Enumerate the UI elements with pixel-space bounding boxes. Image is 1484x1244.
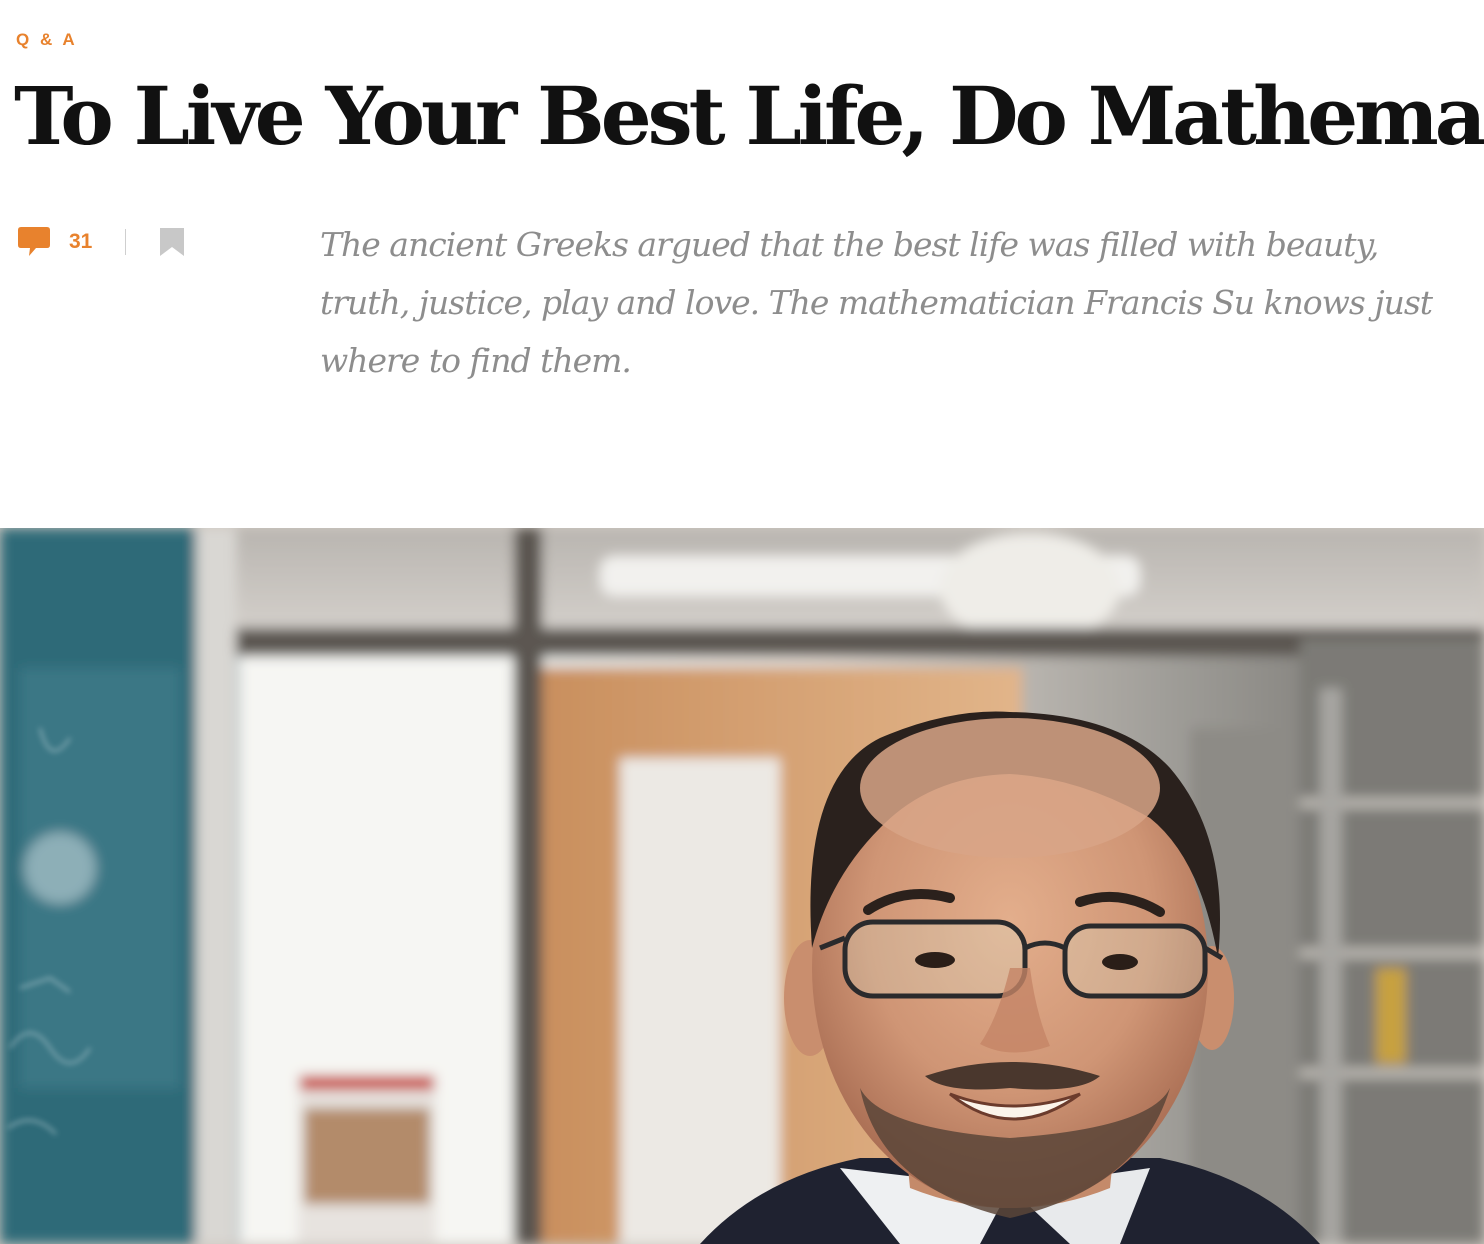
- comment-count: 31: [69, 230, 93, 253]
- bookmark-icon: [160, 228, 185, 256]
- article-dek: The ancient Greeks argued that the best …: [320, 225, 1433, 380]
- portrait-photo: [0, 528, 1484, 1244]
- meta-divider: [125, 229, 127, 255]
- hero-photo: [0, 528, 1484, 1244]
- bookmark-button[interactable]: [159, 226, 187, 258]
- article-page: Q & A To Live Your Best Life, Do Mathema…: [0, 0, 1484, 1244]
- article-title: To Live Your Best Life, Do Mathematics: [14, 69, 1484, 163]
- section-kicker[interactable]: Q & A: [16, 30, 78, 50]
- speech-bubble-icon: [18, 227, 50, 256]
- comments-button[interactable]: 31: [16, 225, 92, 259]
- article-meta-bar: 31: [16, 224, 187, 260]
